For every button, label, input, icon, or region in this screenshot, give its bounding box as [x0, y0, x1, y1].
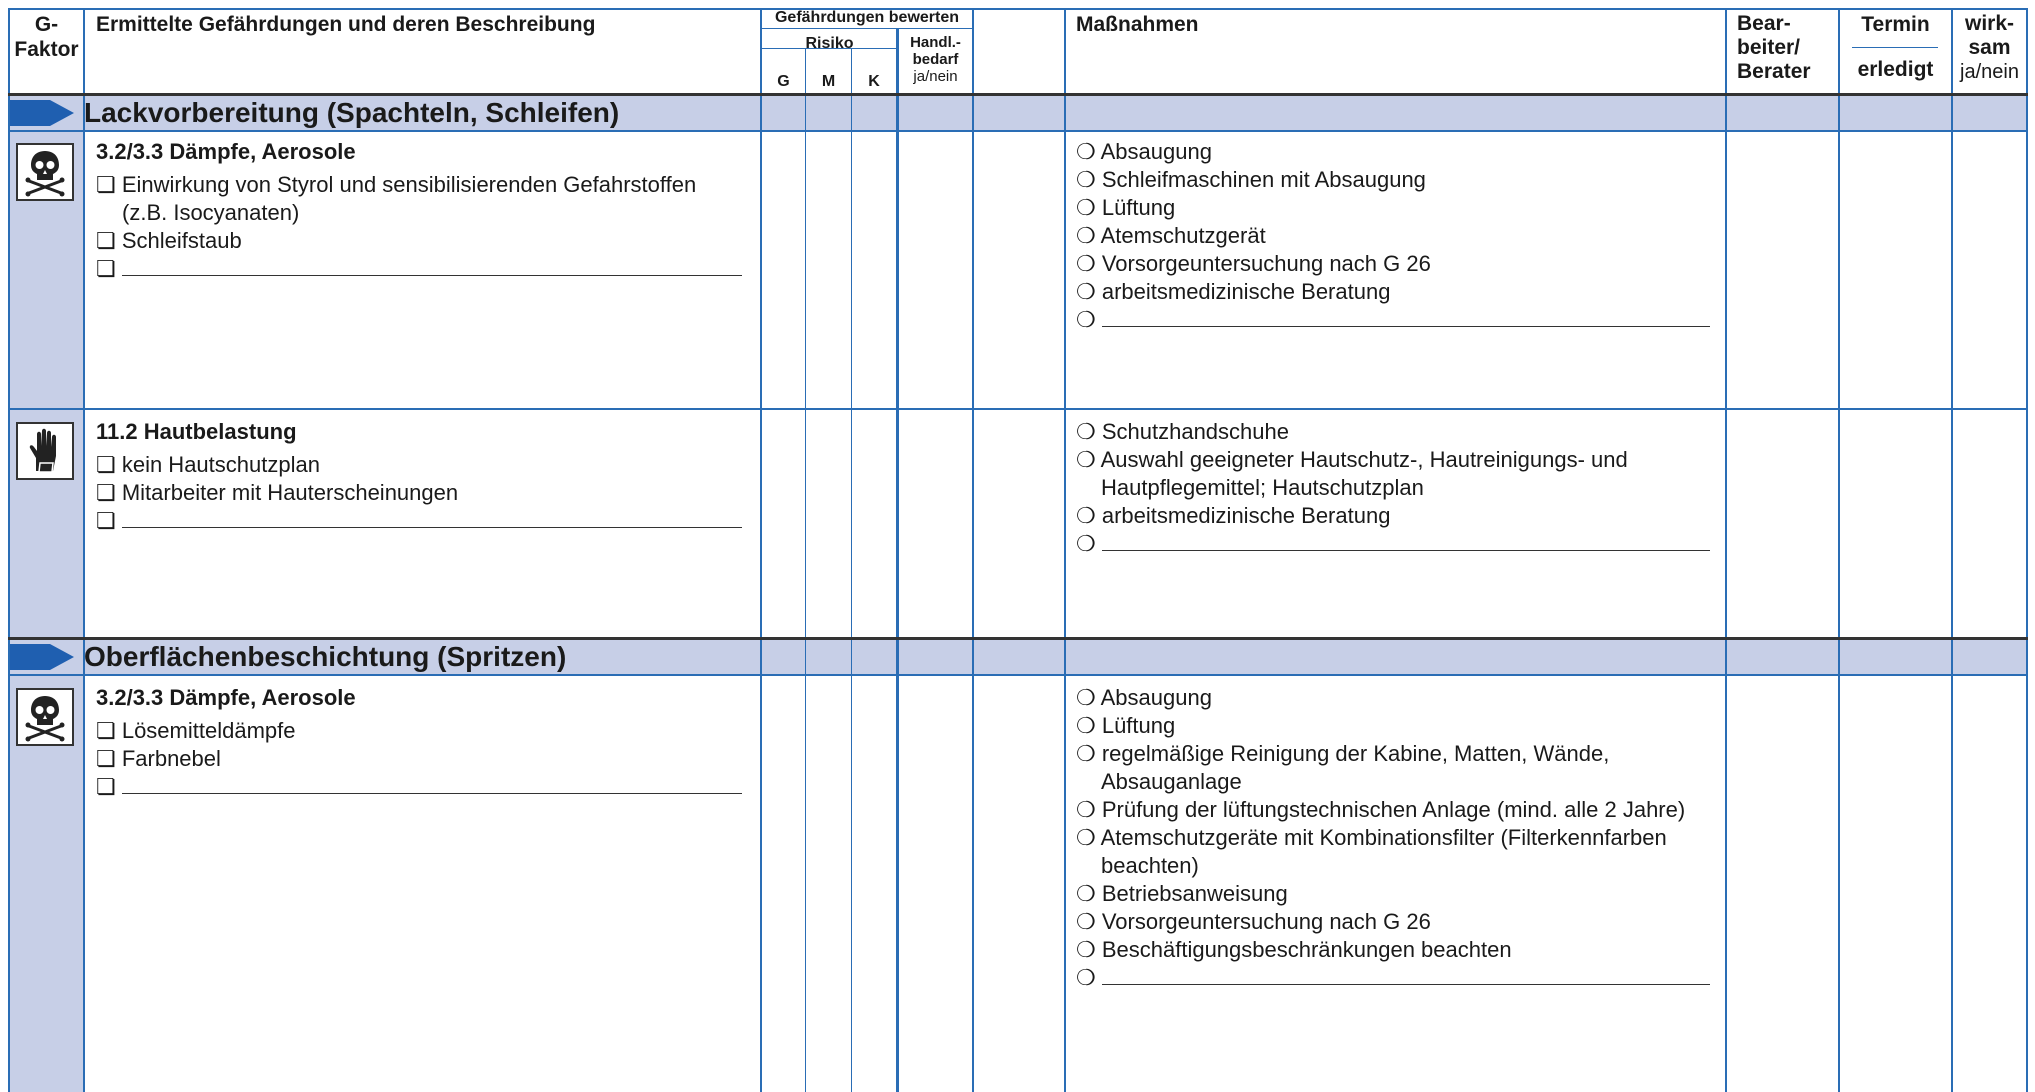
header-risiko: Risiko: [805, 35, 854, 52]
grid-line: [1838, 8, 1840, 1092]
grid-line: [8, 674, 2028, 676]
skull-crossbones-icon: [16, 688, 74, 746]
grid-line: [851, 48, 852, 1092]
measure-item: ❍ Beschäftigungsbeschränkungen beachten: [1076, 937, 1512, 962]
measure-item: Absauganlage: [1101, 769, 1242, 794]
grid-line: [8, 93, 2028, 96]
hazard-description: 3.2/3.3 Dämpfe, Aerosole ❏ Lösemitteldäm…: [96, 684, 742, 801]
header-risk-k: K: [868, 73, 880, 90]
header-erledigt: erledigt: [1857, 58, 1934, 81]
hazard-title: 3.2/3.3 Dämpfe, Aerosole: [96, 685, 356, 710]
measure-item: ❍ Vorsorgeuntersuchung nach G 26: [1076, 251, 1431, 276]
hazard-description: 11.2 Hautbelastung ❏ kein Hautschutzplan…: [96, 418, 742, 535]
measure-item: ❍ Schutzhandschuhe: [1076, 419, 1289, 444]
header-gefaehrdungen: Ermittelte Gefährdungen und deren Beschr…: [96, 13, 596, 36]
grid-line: [8, 8, 2028, 10]
measure-item: ❍ arbeitsmedizinische Beratung: [1076, 279, 1391, 304]
hazard-item: ❏ Farbnebel: [96, 746, 221, 771]
hazard-item: ❏ Lösemitteldämpfe: [96, 718, 296, 743]
measure-item: ❍ Absaugung: [1076, 139, 1212, 164]
grid-line: [896, 28, 899, 1092]
header-bearbeiter: Bear- beiter/ Berater: [1737, 12, 1811, 83]
measure-item: ❍ Betriebsanweisung: [1076, 881, 1288, 906]
grid-line: [1951, 8, 1953, 1092]
grid-line: [83, 8, 85, 1092]
skull-crossbones-icon: [16, 143, 74, 201]
hazard-description: 3.2/3.3 Dämpfe, Aerosole ❏ Einwirkung vo…: [96, 138, 742, 283]
section-title: Lackvorbereitung (Spachteln, Schleifen): [84, 97, 620, 128]
hazard-item-blank: ❏: [96, 507, 742, 535]
hazard-title: 3.2/3.3 Dämpfe, Aerosole: [96, 139, 356, 164]
section-arrow-icon: [8, 644, 74, 670]
grid-line: [8, 408, 2028, 410]
measure-item: ❍ Prüfung der lüftungstechnischen Anlage…: [1076, 797, 1686, 822]
measure-item: ❍ Absaugung: [1076, 685, 1212, 710]
header-risk-g: G: [777, 73, 790, 90]
header-risk-m: M: [821, 73, 836, 90]
grid-line: [1852, 47, 1938, 48]
measure-item: ❍ Lüftung: [1076, 713, 1176, 738]
grid-line: [2026, 8, 2028, 1092]
measure-item: ❍ Vorsorgeuntersuchung nach G 26: [1076, 909, 1431, 934]
measure-item-blank: ❍: [1076, 530, 1710, 558]
grid-line: [805, 48, 806, 1092]
header-wirksam: wirk- sam ja/nein: [1960, 12, 2019, 83]
grid-line: [1725, 8, 1727, 1092]
hazard-item: (z.B. Isocyanaten): [122, 200, 300, 225]
header-g-faktor: G- Faktor: [14, 13, 79, 61]
measures-list: ❍ Schutzhandschuhe ❍ Auswahl geeigneter …: [1076, 418, 1710, 558]
grid-line: [760, 28, 974, 29]
measure-item: Hautpflegemittel; Hautschutzplan: [1101, 475, 1424, 500]
grid-line: [8, 8, 10, 1092]
measure-item: beachten): [1101, 853, 1199, 878]
hazard-item-blank: ❏: [96, 255, 742, 283]
header-handl: Handl.- bedarf ja/nein: [910, 34, 961, 85]
grid-line: [760, 8, 762, 1092]
hazard-item: ❏ kein Hautschutzplan: [96, 452, 320, 477]
measure-item-blank: ❍: [1076, 306, 1710, 334]
glove-icon: [16, 422, 74, 480]
measure-item-blank: ❍: [1076, 964, 1710, 992]
measure-item: ❍ Atemschutzgeräte mit Kombinationsfilte…: [1076, 825, 1667, 850]
grid-line: [8, 130, 2028, 132]
header-bewerten: Gefährdungen bewerten: [774, 9, 960, 26]
measure-item: ❍ Atemschutzgerät: [1076, 223, 1266, 248]
grid-line: [8, 637, 2028, 640]
measure-item: ❍ regelmäßige Reinigung der Kabine, Matt…: [1076, 741, 1610, 766]
measures-list: ❍ Absaugung ❍ Schleifmaschinen mit Absau…: [1076, 138, 1710, 334]
measure-item: ❍ Schleifmaschinen mit Absaugung: [1076, 167, 1426, 192]
grid-line: [972, 8, 974, 1092]
measures-list: ❍ Absaugung ❍ Lüftung ❍ regelmäßige Rein…: [1076, 684, 1710, 992]
header-termin: Termin: [1861, 13, 1930, 36]
section-arrow-icon: [8, 100, 74, 126]
measure-item: ❍ arbeitsmedizinische Beratung: [1076, 503, 1391, 528]
hazard-item: ❏ Einwirkung von Styrol und sensibilisie…: [96, 172, 697, 197]
hazard-item-blank: ❏: [96, 773, 742, 801]
hazard-item: ❏ Schleifstaub: [96, 228, 242, 253]
measure-item: ❍ Auswahl geeigneter Hautschutz-, Hautre…: [1076, 447, 1628, 472]
measure-item: ❍ Lüftung: [1076, 195, 1176, 220]
hazard-item: ❏ Mitarbeiter mit Hauterscheinungen: [96, 480, 459, 505]
header-massnahmen: Maßnahmen: [1076, 13, 1199, 36]
section-title: Oberflächenbeschichtung (Spritzen): [84, 641, 567, 672]
grid-line: [1064, 8, 1066, 1092]
hazard-title: 11.2 Hautbelastung: [96, 419, 297, 444]
